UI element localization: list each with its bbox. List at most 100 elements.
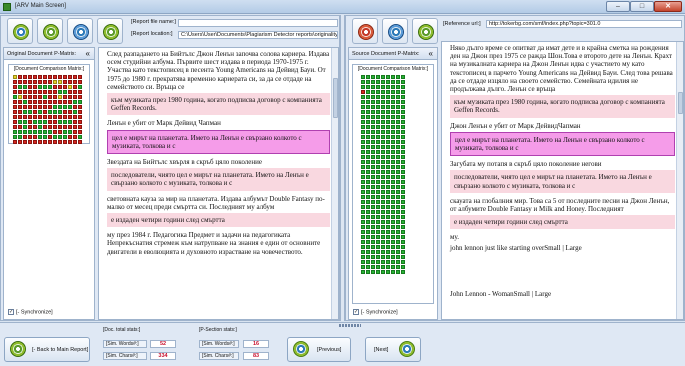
matrix-cell[interactable] (396, 135, 400, 139)
matrix-cell[interactable] (381, 220, 385, 224)
matrix-cell[interactable] (366, 90, 370, 94)
matrix-cell[interactable] (43, 95, 47, 99)
matrix-cell[interactable] (371, 125, 375, 129)
matrix-cell[interactable] (386, 260, 390, 264)
matrix-cell[interactable] (73, 85, 77, 89)
matrix-cell[interactable] (396, 210, 400, 214)
matrix-cell[interactable] (391, 125, 395, 129)
matrix-cell[interactable] (396, 125, 400, 129)
matrix-cell[interactable] (28, 90, 32, 94)
matrix-cell[interactable] (33, 105, 37, 109)
matrix-cell[interactable] (401, 205, 405, 209)
matrix-cell[interactable] (401, 90, 405, 94)
toolbar-button-settings[interactable] (7, 18, 33, 44)
matrix-cell[interactable] (361, 190, 365, 194)
matrix-cell[interactable] (23, 135, 27, 139)
matrix-cell[interactable] (371, 155, 375, 159)
matrix-cell[interactable] (23, 115, 27, 119)
matrix-cell[interactable] (361, 255, 365, 259)
synchronize-checkbox[interactable]: ✓ (8, 309, 14, 315)
matrix-cell[interactable] (361, 90, 365, 94)
matrix-cell[interactable] (386, 230, 390, 234)
matrix-cell[interactable] (396, 200, 400, 204)
matrix-cell[interactable] (401, 120, 405, 124)
matrix-cell[interactable] (371, 195, 375, 199)
matrix-cell[interactable] (361, 265, 365, 269)
matrix-cell[interactable] (391, 160, 395, 164)
matrix-cell[interactable] (391, 110, 395, 114)
matrix-cell[interactable] (401, 165, 405, 169)
matrix-cell[interactable] (396, 165, 400, 169)
matrix-cell[interactable] (381, 80, 385, 84)
matrix-cell[interactable] (73, 105, 77, 109)
original-doc-scrollbar[interactable] (331, 48, 338, 319)
matrix-cell[interactable] (396, 175, 400, 179)
matrix-cell[interactable] (68, 115, 72, 119)
matrix-cell[interactable] (376, 125, 380, 129)
matrix-cell[interactable] (396, 220, 400, 224)
matrix-cell[interactable] (401, 155, 405, 159)
matrix-cell[interactable] (73, 135, 77, 139)
matrix-cell[interactable] (73, 120, 77, 124)
matrix-cell[interactable] (38, 100, 42, 104)
matrix-cell[interactable] (78, 120, 82, 124)
matrix-cell[interactable] (391, 270, 395, 274)
matrix-cell[interactable] (371, 80, 375, 84)
matrix-cell[interactable] (391, 95, 395, 99)
matrix-cell[interactable] (376, 135, 380, 139)
matrix-cell[interactable] (381, 250, 385, 254)
report-file-field[interactable] (178, 19, 338, 27)
matrix-cell[interactable] (391, 85, 395, 89)
matrix-cell[interactable] (386, 75, 390, 79)
matrix-cell[interactable] (73, 90, 77, 94)
matrix-cell[interactable] (376, 100, 380, 104)
matrix-cell[interactable] (366, 185, 370, 189)
scrollbar-thumb[interactable] (333, 78, 338, 118)
matrix-cell[interactable] (68, 120, 72, 124)
matrix-cell[interactable] (68, 140, 72, 144)
matrix-cell[interactable] (396, 95, 400, 99)
matrix-cell[interactable] (386, 210, 390, 214)
matrix-cell[interactable] (366, 210, 370, 214)
matrix-cell[interactable] (391, 260, 395, 264)
collapse-pin-icon[interactable]: « (429, 48, 433, 59)
matrix-cell[interactable] (391, 75, 395, 79)
matrix-cell[interactable] (43, 75, 47, 79)
matrix-cell[interactable] (63, 90, 67, 94)
matrix-cell[interactable] (361, 170, 365, 174)
matrix-cell[interactable] (371, 105, 375, 109)
matrix-cell[interactable] (396, 235, 400, 239)
matrix-cell[interactable] (43, 140, 47, 144)
matrix-cell[interactable] (401, 225, 405, 229)
matrix-cell[interactable] (376, 190, 380, 194)
matrix-cell[interactable] (401, 260, 405, 264)
collapse-pin-icon[interactable]: « (86, 48, 90, 59)
matrix-cell[interactable] (13, 105, 17, 109)
matrix-cell[interactable] (386, 100, 390, 104)
reference-url-field[interactable]: http://tokerbg.com/smf/index.php?topic=3… (486, 20, 682, 28)
matrix-cell[interactable] (371, 90, 375, 94)
matrix-cell[interactable] (386, 130, 390, 134)
selected-match-block[interactable]: цел е мирът на планетата. Името на Ленън… (107, 129, 330, 155)
matrix-cell[interactable] (401, 80, 405, 84)
matrix-cell[interactable] (58, 85, 62, 89)
matrix-cell[interactable] (371, 160, 375, 164)
matrix-cell[interactable] (371, 205, 375, 209)
matrix-cell[interactable] (371, 260, 375, 264)
matrix-cell[interactable] (58, 100, 62, 104)
matrix-cell[interactable] (381, 235, 385, 239)
matrix-cell[interactable] (401, 75, 405, 79)
matrix-cell[interactable] (401, 270, 405, 274)
matrix-cell[interactable] (13, 115, 17, 119)
matrix-cell[interactable] (18, 90, 22, 94)
matrix-cell[interactable] (68, 95, 72, 99)
matrix-cell[interactable] (13, 90, 17, 94)
matrix-cell[interactable] (401, 210, 405, 214)
matrix-cell[interactable] (366, 165, 370, 169)
matrix-cell[interactable] (381, 140, 385, 144)
matrix-cell[interactable] (391, 145, 395, 149)
matrix-cell[interactable] (391, 225, 395, 229)
matrix-cell[interactable] (381, 225, 385, 229)
matrix-cell[interactable] (23, 90, 27, 94)
matrix-cell[interactable] (63, 130, 67, 134)
